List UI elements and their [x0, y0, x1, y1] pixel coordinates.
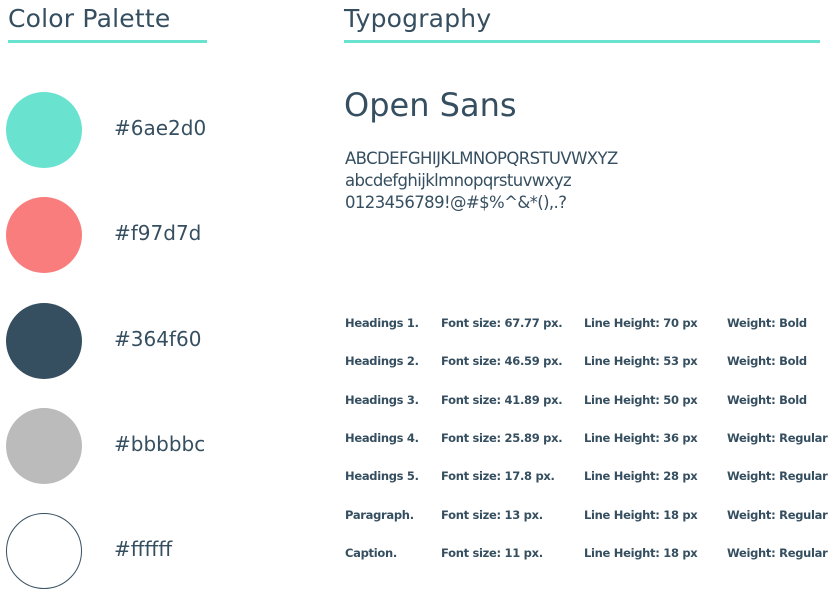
color-swatch-gray	[6, 408, 82, 484]
line-height: Line Height: 50 px	[584, 393, 698, 407]
color-swatch-teal	[6, 92, 82, 168]
font-size: Font size: 41.89 px.	[441, 393, 563, 407]
table-row: Headings 5. Font size: 17.8 px. Line Hei…	[345, 469, 828, 489]
line-height: Line Height: 36 px	[584, 431, 698, 445]
style-name: Headings 3.	[345, 393, 419, 407]
glyph-sample: ABCDEFGHIJKLMNOPQRSTUVWXYZ abcdefghijklm…	[345, 148, 618, 214]
style-name: Headings 1.	[345, 316, 419, 330]
style-name: Headings 2.	[345, 354, 419, 368]
table-row: Headings 4. Font size: 25.89 px. Line He…	[345, 431, 828, 451]
color-swatch-coral	[6, 197, 82, 273]
typography-title: Typography	[344, 4, 492, 33]
font-weight: Weight: Regular	[727, 546, 828, 560]
font-weight: Weight: Bold	[727, 316, 807, 330]
color-swatch-row: #ffffff	[6, 513, 306, 591]
color-hex-label: #bbbbbc	[114, 432, 206, 456]
color-swatch-row: #364f60	[6, 303, 306, 381]
font-weight: Weight: Bold	[727, 393, 807, 407]
color-hex-label: #364f60	[114, 327, 202, 351]
font-size: Font size: 11 px.	[441, 546, 543, 560]
line-height: Line Height: 28 px	[584, 469, 698, 483]
font-size: Font size: 46.59 px.	[441, 354, 563, 368]
color-swatch-slate	[6, 303, 82, 379]
color-hex-label: #f97d7d	[114, 221, 202, 245]
font-size: Font size: 25.89 px.	[441, 431, 563, 445]
style-name: Paragraph.	[345, 508, 414, 522]
color-hex-label: #6ae2d0	[114, 116, 207, 140]
font-name: Open Sans	[344, 86, 517, 124]
style-name: Caption.	[345, 546, 397, 560]
style-name: Headings 5.	[345, 469, 419, 483]
color-swatch-row: #f97d7d	[6, 197, 306, 275]
font-size: Font size: 17.8 px.	[441, 469, 555, 483]
line-height: Line Height: 53 px	[584, 354, 698, 368]
style-name: Headings 4.	[345, 431, 419, 445]
font-weight: Weight: Bold	[727, 354, 807, 368]
color-hex-label: #ffffff	[114, 537, 173, 561]
uppercase-sample: ABCDEFGHIJKLMNOPQRSTUVWXYZ	[345, 149, 618, 168]
color-palette-title: Color Palette	[8, 4, 171, 33]
table-row: Paragraph. Font size: 13 px. Line Height…	[345, 508, 828, 528]
font-weight: Weight: Regular	[727, 508, 828, 522]
font-size: Font size: 67.77 px.	[441, 316, 563, 330]
table-row: Headings 3. Font size: 41.89 px. Line He…	[345, 393, 825, 413]
color-swatch-row: #bbbbbc	[6, 408, 306, 486]
font-size: Font size: 13 px.	[441, 508, 543, 522]
color-palette-underline	[8, 40, 207, 43]
table-row: Headings 2. Font size: 46.59 px. Line He…	[345, 354, 825, 374]
table-row: Headings 1. Font size: 67.77 px. Line He…	[345, 316, 825, 336]
typography-underline	[344, 40, 820, 43]
font-weight: Weight: Regular	[727, 431, 828, 445]
line-height: Line Height: 18 px	[584, 546, 698, 560]
lowercase-sample: abcdefghijklmnopqrstuvwxyz	[345, 171, 572, 190]
table-row: Caption. Font size: 11 px. Line Height: …	[345, 546, 828, 566]
numbers-symbols-sample: 0123456789!@#$%^&*(),.?	[345, 193, 567, 212]
color-swatch-white	[6, 513, 82, 589]
line-height: Line Height: 70 px	[584, 316, 698, 330]
line-height: Line Height: 18 px	[584, 508, 698, 522]
font-weight: Weight: Regular	[727, 469, 828, 483]
color-swatch-row: #6ae2d0	[6, 92, 306, 170]
